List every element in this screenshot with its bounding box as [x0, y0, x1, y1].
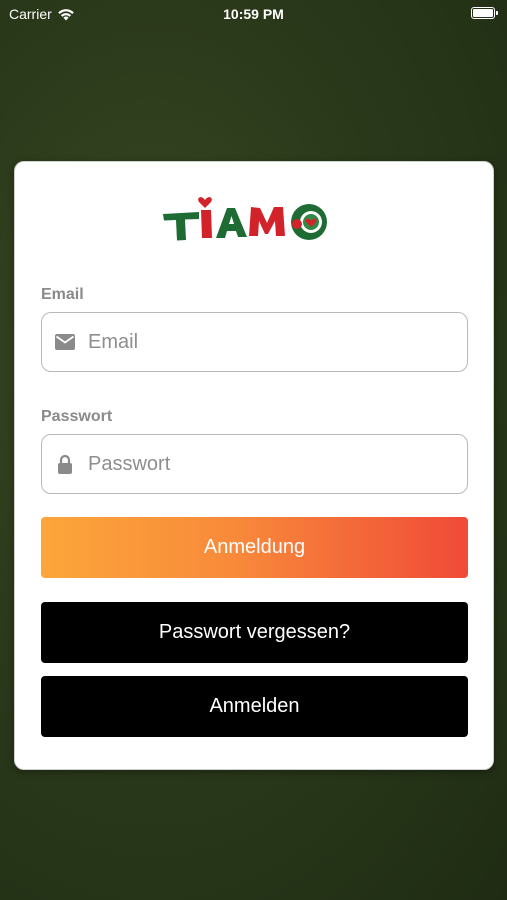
email-field[interactable]: [41, 312, 468, 372]
signup-button[interactable]: Anmelden: [41, 676, 468, 737]
password-label: Passwort: [41, 408, 113, 425]
password-field[interactable]: [41, 434, 468, 494]
battery-icon: [471, 7, 498, 19]
forgot-password-button[interactable]: Passwort vergessen?: [41, 602, 468, 663]
email-input[interactable]: [88, 330, 448, 354]
mail-icon: [54, 331, 76, 353]
status-time: 10:59 PM: [223, 6, 284, 22]
lock-icon: [54, 453, 76, 475]
login-button[interactable]: Anmeldung: [41, 517, 468, 578]
login-card: Email Passwort Anmeldung Passwort verges…: [14, 161, 494, 770]
tiamo-logo: [163, 197, 327, 241]
status-bar: Carrier 10:59 PM: [0, 0, 507, 28]
password-input[interactable]: [88, 452, 448, 476]
email-label: Email: [41, 286, 84, 303]
